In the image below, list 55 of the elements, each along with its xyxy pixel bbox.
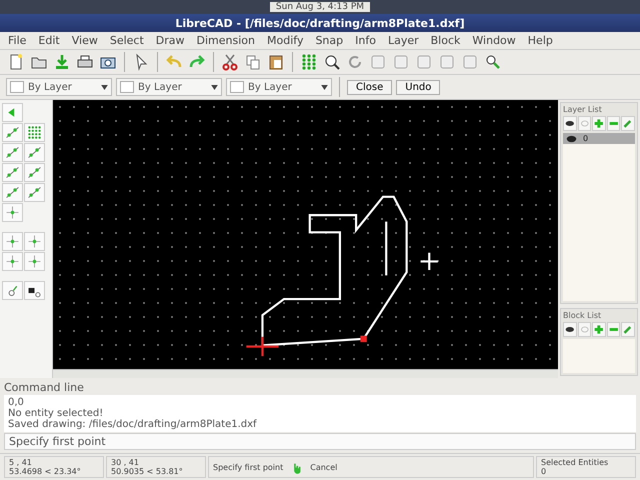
selected-label: Selected Entities <box>541 458 610 467</box>
hand-icon <box>291 460 302 474</box>
clock: Sun Aug 3, 4:13 PM <box>270 2 370 12</box>
right-button-hint: Cancel <box>310 462 338 472</box>
add-icon[interactable] <box>592 116 606 131</box>
menu-item[interactable]: View <box>72 34 98 47</box>
menu-item[interactable]: Modify <box>267 34 304 47</box>
panel-title: Layer List <box>563 105 603 114</box>
eye-icon[interactable] <box>563 116 577 131</box>
relative-polar: 50.9035 < 53.81° <box>111 467 184 476</box>
scrollbar[interactable] <box>53 369 558 378</box>
menu-item[interactable]: Dimension <box>196 34 255 47</box>
menu-item[interactable]: File <box>8 34 26 47</box>
absolute-coords: 5 , 41 <box>9 458 33 467</box>
caret-icon <box>211 84 218 90</box>
grid-dots-icon[interactable] <box>24 123 45 142</box>
caret-icon <box>101 84 108 90</box>
menu-item[interactable]: Select <box>110 34 144 47</box>
remove-icon[interactable] <box>606 322 620 337</box>
layer-row[interactable]: 0 <box>563 133 635 144</box>
relative-coords: 30 , 41 <box>111 458 140 467</box>
panel-title: Command line <box>4 381 85 394</box>
origin-marker-icon <box>245 336 280 358</box>
panel-title: Block List <box>563 311 602 320</box>
caret-icon <box>321 84 328 90</box>
window-title: LibreCAD - [/files/doc/drafting/arm8Plate1.dxf] <box>175 16 465 30</box>
dropdown[interactable]: By Layer <box>116 78 222 96</box>
left-button-hint: Specify first point <box>213 462 284 472</box>
menu-item[interactable]: Block <box>430 34 460 47</box>
menu-item[interactable]: Edit <box>38 34 60 47</box>
absolute-polar: 53.4698 < 23.34° <box>9 467 82 476</box>
menu-item[interactable]: Info <box>355 34 376 47</box>
history-line: No entity selected! <box>8 408 104 419</box>
history-line: Saved drawing: /files/doc/drafting/arm8Plate1.dxf <box>8 419 258 430</box>
selected-count: 0 <box>541 467 548 476</box>
history-line: 0,0 <box>8 397 25 408</box>
drawing-canvas[interactable] <box>53 100 558 369</box>
remove-icon[interactable] <box>606 116 620 131</box>
add-icon[interactable] <box>592 322 606 337</box>
eye-icon[interactable] <box>563 322 577 337</box>
toolbar-button[interactable]: Undo <box>396 80 440 94</box>
menu-item[interactable]: Draw <box>156 34 185 47</box>
eye-icon[interactable] <box>566 134 577 142</box>
command-input[interactable]: Specify first point <box>4 433 636 450</box>
crosshair-cursor-icon <box>420 252 439 272</box>
menu-item[interactable]: Help <box>528 34 553 47</box>
dropdown[interactable]: By Layer <box>6 78 112 96</box>
scissors-icon[interactable] <box>220 52 240 72</box>
endpoint-marker <box>360 336 367 342</box>
menu-item[interactable]: Snap <box>315 34 344 47</box>
menu-item[interactable]: Layer <box>388 34 419 47</box>
dropdown[interactable]: By Layer <box>226 78 332 96</box>
menu-item[interactable]: Window <box>472 34 516 47</box>
toolbar-button[interactable]: Close <box>347 80 392 94</box>
layer-name: 0 <box>583 134 588 143</box>
